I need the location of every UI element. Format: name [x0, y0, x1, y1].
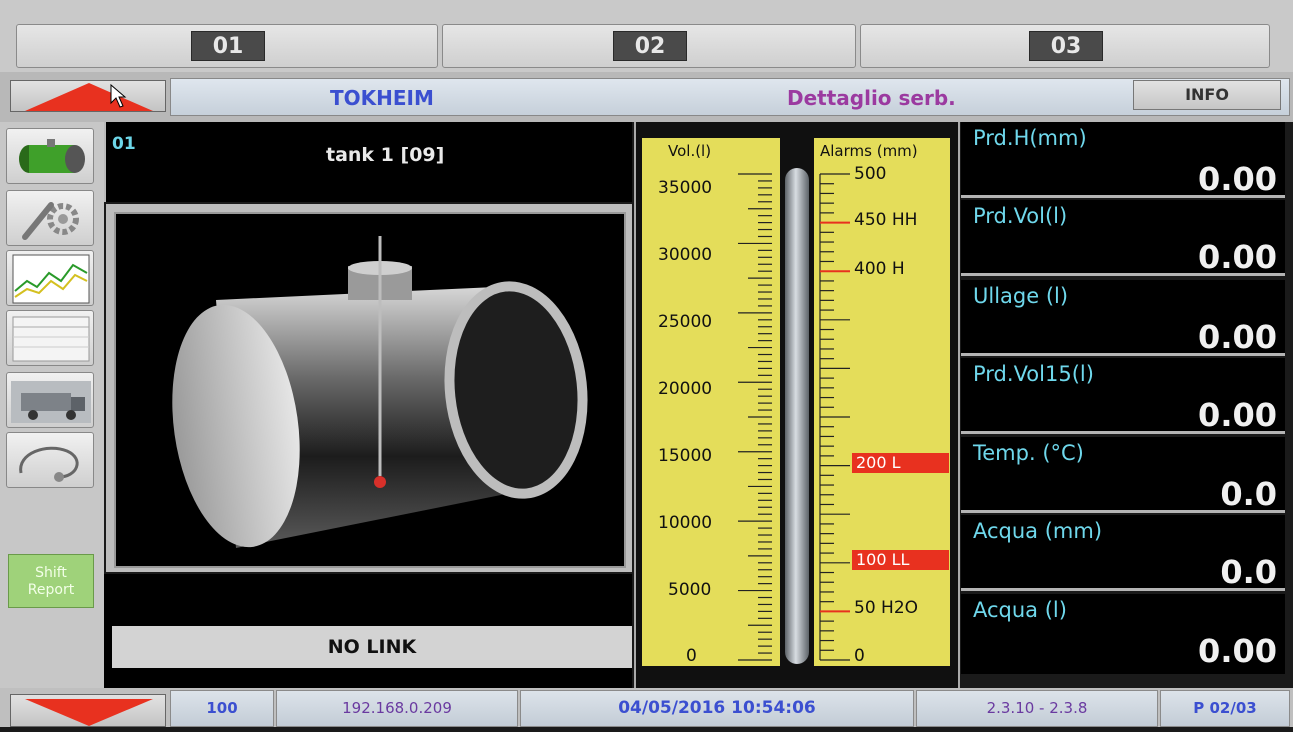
reading-value: 0.00 [1198, 396, 1277, 434]
tab-02-label: 02 [613, 31, 687, 61]
reading-water-volume: Acqua (l) 0.00 [961, 594, 1285, 674]
sidebar-item-diagnostics[interactable] [6, 432, 94, 488]
sidebar-item-reports[interactable] [6, 310, 94, 366]
tank-number: 01 [112, 134, 136, 154]
trend-chart-icon [12, 254, 90, 304]
reading-value: 0.00 [1198, 318, 1277, 356]
version: 2.3.10 - 2.3.8 [916, 690, 1158, 727]
alarms-scale-label: Alarms (mm) [820, 142, 918, 160]
sidebar-item-deliveries[interactable] [6, 372, 94, 428]
arrow-up-icon [25, 83, 153, 111]
vol-tick: 25000 [658, 312, 713, 332]
reading-label: Acqua (l) [973, 598, 1067, 622]
reading-label: Temp. (°C) [973, 441, 1084, 465]
volume-scale-label: Vol.(l) [668, 142, 712, 160]
alarm-tick: 400 H [854, 259, 905, 279]
alarm-tick: 0 [854, 646, 865, 666]
reading-label: Prd.H(mm) [973, 126, 1087, 150]
reading-value: 0.0 [1220, 475, 1277, 513]
vol-tick: 0 [686, 646, 697, 666]
alarm-tag-low-low: 100 LL [852, 550, 949, 570]
tab-03-label: 03 [1029, 31, 1103, 61]
reading-temperature: Temp. (°C) 0.0 [961, 437, 1285, 513]
reading-prd-height: Prd.H(mm) 0.00 [961, 122, 1285, 198]
shift-report-label-line2: Report [27, 582, 75, 598]
vol-tick: 20000 [658, 379, 713, 399]
reading-prd-vol15: Prd.Vol15(l) 0.00 [961, 358, 1285, 434]
alarm-tick-marks [819, 173, 850, 661]
reading-water-height: Acqua (mm) 0.0 [961, 515, 1285, 591]
reading-label: Acqua (mm) [973, 519, 1103, 543]
sidebar-item-tank[interactable] [6, 128, 94, 184]
reading-label: Prd.Vol(l) [973, 204, 1068, 228]
reading-value: 0.00 [1198, 238, 1277, 276]
alarm-tag-low: 200 L [852, 453, 949, 473]
brand-label: TOKHEIM [330, 86, 434, 110]
vol-tick: 35000 [658, 178, 713, 198]
page-title: Dettaglio serb. [787, 86, 956, 110]
info-button[interactable]: INFO [1133, 80, 1281, 110]
truck-icon [11, 381, 91, 423]
arrow-down-icon [25, 699, 153, 726]
datetime: 04/05/2016 10:54:06 [520, 690, 914, 727]
tab-01-label: 01 [191, 31, 265, 61]
reading-value: 0.0 [1220, 553, 1277, 591]
ip-address: 192.168.0.209 [276, 690, 518, 727]
shift-report-label-line1: Shift [35, 565, 67, 581]
tank-name: tank 1 [09] [326, 144, 445, 166]
alarm-tick: 450 HH [854, 210, 918, 230]
page-down-button[interactable] [10, 694, 166, 727]
page-up-button[interactable] [10, 80, 166, 112]
stethoscope-icon [19, 446, 79, 482]
link-status: NO LINK [112, 626, 632, 668]
reading-label: Prd.Vol15(l) [973, 362, 1094, 386]
report-table-icon [12, 316, 90, 362]
sidebar-item-settings[interactable] [6, 190, 94, 246]
level-indicator: 100 [170, 690, 274, 727]
gauge-tube [785, 168, 809, 664]
reading-ullage: Ullage (l) 0.00 [961, 280, 1285, 356]
reading-prd-volume: Prd.Vol(l) 0.00 [961, 200, 1285, 276]
tab-03[interactable]: 03 [860, 24, 1270, 68]
alarm-tick: 500 [854, 164, 887, 184]
shift-report-button[interactable]: Shift Report [8, 554, 94, 608]
alarm-tick: 50 H2O [854, 598, 919, 618]
vol-tick: 30000 [658, 245, 713, 265]
tab-02[interactable]: 02 [442, 24, 856, 68]
tab-01[interactable]: 01 [16, 24, 438, 68]
reading-value: 0.00 [1198, 160, 1277, 198]
page-indicator[interactable]: P 02/03 [1160, 690, 1290, 727]
sidebar-item-trends[interactable] [6, 250, 94, 306]
tank-image [114, 212, 626, 568]
vol-tick: 10000 [658, 513, 713, 533]
settings-icon [22, 202, 79, 240]
reading-value: 0.00 [1198, 632, 1277, 670]
reading-label: Ullage (l) [973, 284, 1069, 308]
vol-tick: 15000 [658, 446, 713, 466]
tank-cylinder-icon [172, 236, 588, 548]
tank-icon [19, 139, 85, 173]
volume-tick-marks [738, 173, 772, 661]
vol-tick: 5000 [668, 580, 712, 600]
